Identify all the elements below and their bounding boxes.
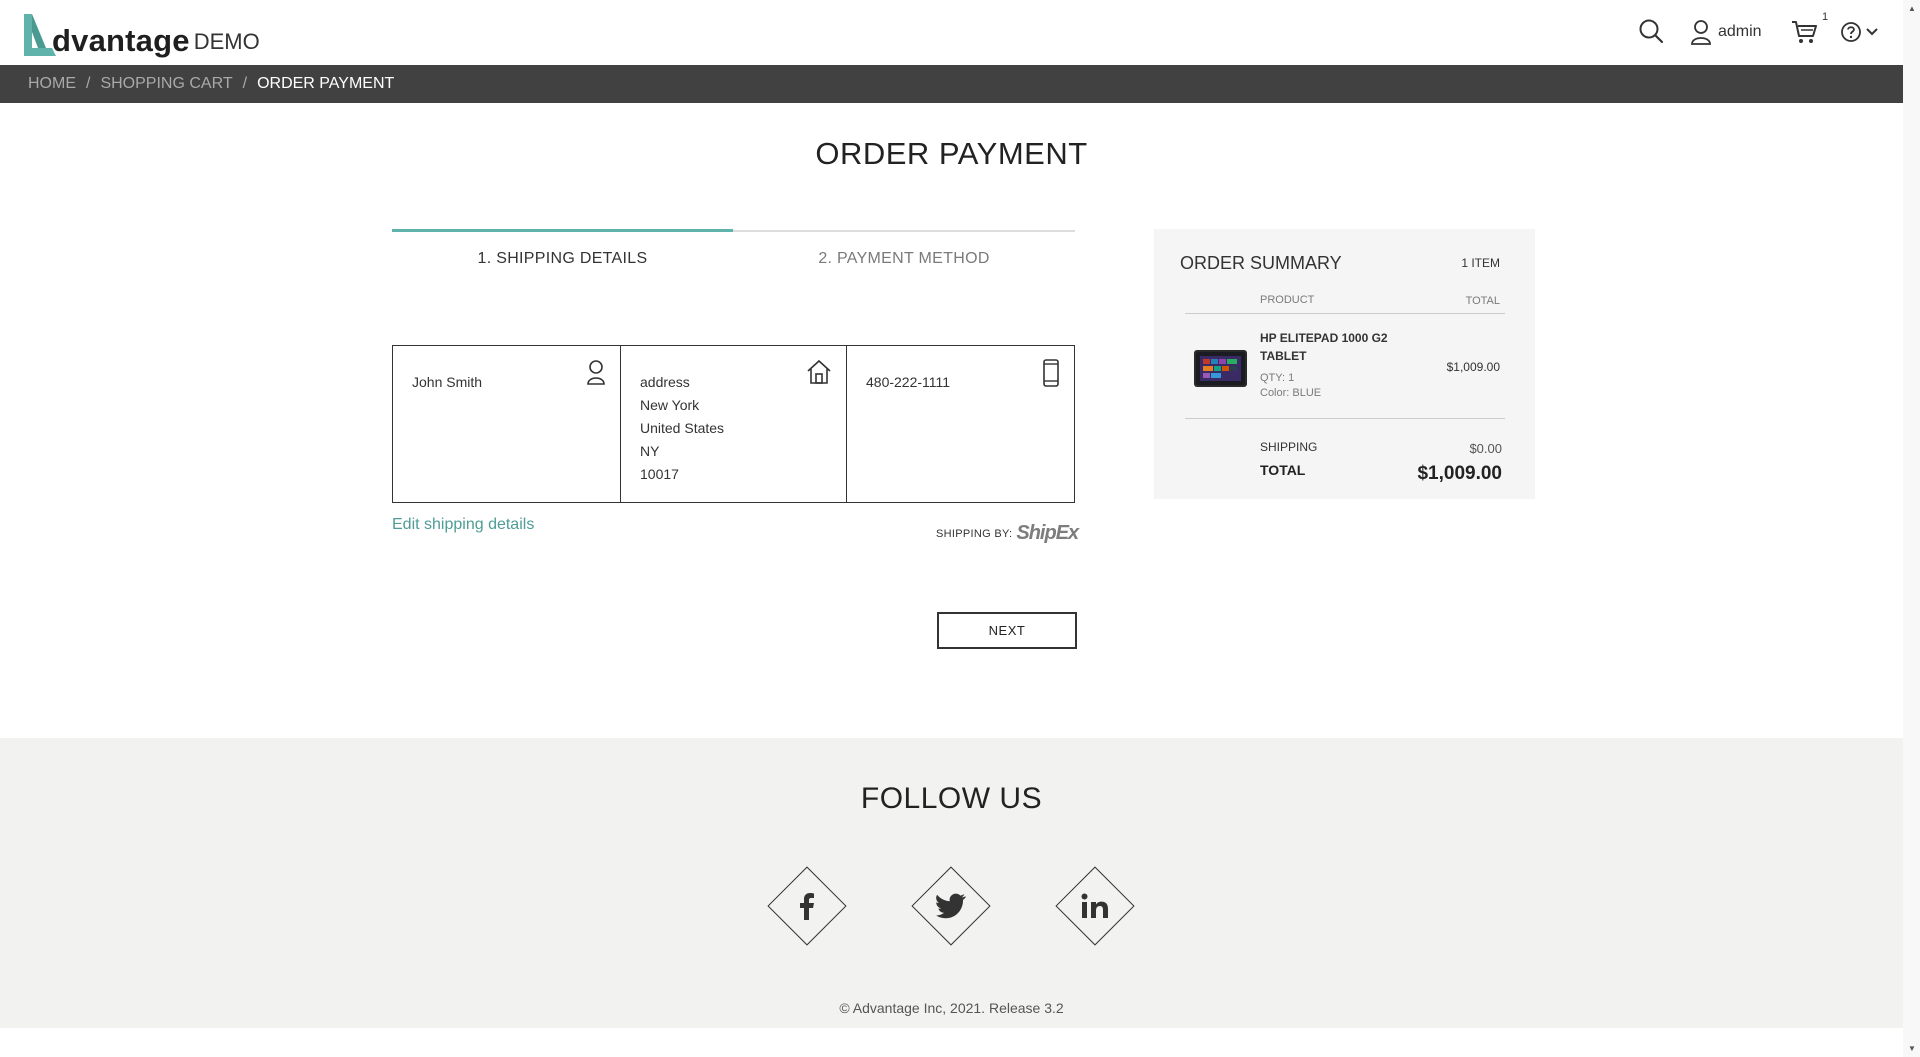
vertical-scrollbar[interactable]: ▲ ▼ (1903, 0, 1920, 1057)
shipping-name: John Smith (412, 374, 483, 390)
user-icon (1691, 20, 1711, 45)
breadcrumb-separator: / (86, 75, 91, 92)
address-line: United States (640, 420, 725, 436)
shipping-address-cell: address New York United States NY 10017 (621, 346, 847, 502)
user-menu-button[interactable]: admin (1690, 19, 1762, 45)
product-color: Color: BLUE (1260, 387, 1322, 399)
order-summary-title: ORDER SUMMARY (1180, 253, 1342, 273)
breadcrumb: HOME / SHOPPING CART / ORDER PAYMENT (28, 75, 394, 93)
breadcrumb-shopping-cart[interactable]: SHOPPING CART (100, 75, 232, 93)
scroll-down-arrow-icon[interactable]: ▼ (1908, 1044, 1916, 1053)
linkedin-icon (1081, 893, 1108, 918)
bottom-strip (0, 1028, 1903, 1057)
shipping-phone-cell: 480-222-1111 (847, 346, 1074, 502)
breadcrumb-home[interactable]: HOME (28, 75, 76, 93)
home-icon (807, 359, 831, 384)
site-header: dvantage DEMO admin 1 (0, 0, 1903, 65)
logo-a-mark-icon (24, 14, 56, 56)
facebook-icon (800, 893, 814, 920)
shipping-name-cell: John Smith (393, 346, 621, 502)
breadcrumb-bar: HOME / SHOPPING CART / ORDER PAYMENT (0, 65, 1903, 103)
cart-icon (1792, 21, 1817, 43)
column-header-total: TOTAL (1465, 295, 1500, 307)
shipping-phone: 480-222-1111 (866, 374, 951, 390)
copyright: © Advantage Inc, 2021. Release 3.2 (839, 1000, 1064, 1016)
next-button[interactable]: NEXT (937, 612, 1077, 649)
chevron-down-icon (1866, 28, 1878, 36)
follow-us-heading: FOLLOW US (860, 782, 1043, 815)
step-progress-track (392, 229, 1075, 232)
shipping-details-box: John Smith address New York United State… (392, 345, 1075, 503)
page: dvantage DEMO admin 1 HOME / SHOPPING CA… (0, 0, 1903, 1057)
product-name[interactable]: HP ELITEPAD 1000 G2 TABLET (1260, 329, 1410, 365)
twitter-link[interactable] (911, 866, 991, 946)
tablet-image (1196, 352, 1245, 385)
breadcrumb-current: ORDER PAYMENT (257, 75, 395, 92)
total-label: TOTAL (1260, 462, 1306, 478)
address-line: New York (640, 397, 700, 413)
product-qty: QTY: 1 (1260, 372, 1295, 384)
tab-shipping-details[interactable]: 1. SHIPPING DETAILS (392, 250, 733, 268)
shipping-value: $0.00 (1469, 441, 1502, 456)
logo-wordmark: dvantage (52, 23, 190, 58)
user-icon (587, 360, 605, 385)
shipping-by: SHIPPING BY: ShipEx (936, 522, 1079, 545)
user-name: admin (1718, 23, 1762, 40)
product-total: $1,009.00 (1446, 360, 1500, 374)
search-icon (1639, 19, 1664, 44)
column-header-product: PRODUCT (1260, 294, 1315, 306)
logo-demo-label: DEMO (193, 29, 260, 54)
help-icon (1841, 22, 1861, 42)
page-title: ORDER PAYMENT (815, 136, 1088, 171)
divider (1185, 418, 1505, 419)
tab-payment-method[interactable]: 2. PAYMENT METHOD (733, 250, 1075, 268)
shipping-by-label: SHIPPING BY: (936, 527, 1013, 540)
address-line: NY (640, 443, 660, 459)
cart-button[interactable] (1791, 20, 1817, 44)
shipping-label: SHIPPING (1260, 440, 1318, 454)
breadcrumb-separator: / (242, 75, 248, 92)
linkedin-link[interactable] (1055, 866, 1135, 946)
help-menu-button[interactable] (1840, 21, 1879, 43)
product-thumbnail[interactable] (1194, 350, 1247, 387)
shipex-logo: ShipEx (1016, 522, 1079, 544)
phone-icon (1043, 359, 1059, 387)
total-value: $1,009.00 (1417, 463, 1502, 484)
twitter-icon (936, 893, 966, 919)
order-summary: ORDER SUMMARY 1 ITEM PRODUCT TOTAL HP EL… (1154, 229, 1535, 499)
logo[interactable]: dvantage DEMO (22, 8, 260, 58)
search-button[interactable] (1638, 18, 1664, 44)
site-footer: FOLLOW US © Advantage Inc, 2021. Release… (0, 738, 1903, 1028)
address-line: address (640, 374, 690, 390)
cart-count-badge: 1 (1822, 11, 1829, 23)
order-item-count: 1 ITEM (1461, 256, 1500, 270)
step-progress-active (392, 229, 733, 232)
divider (1185, 313, 1505, 314)
scroll-up-arrow-icon[interactable]: ▲ (1908, 4, 1916, 13)
address-line: 10017 (640, 466, 679, 482)
facebook-link[interactable] (767, 866, 847, 946)
edit-shipping-details-link[interactable]: Edit shipping details (392, 516, 534, 534)
